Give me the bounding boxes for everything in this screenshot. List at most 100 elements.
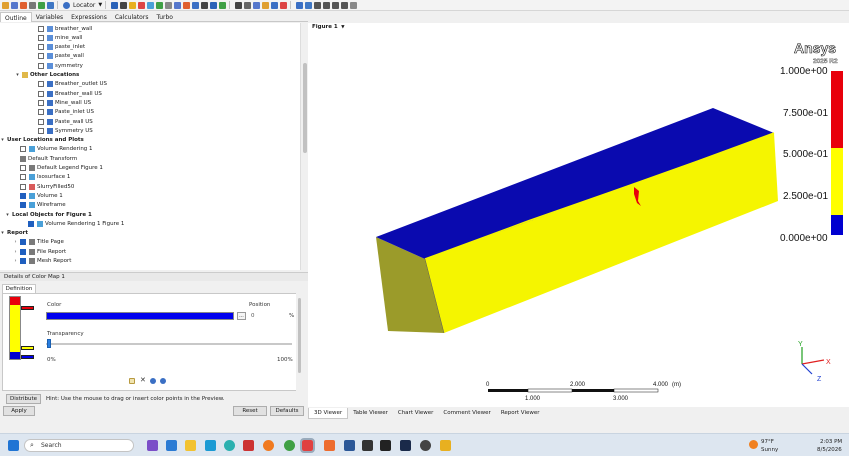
toolbar-icon[interactable] xyxy=(174,1,182,9)
tree-item[interactable]: symmetry xyxy=(0,61,300,70)
toolbar-icon[interactable] xyxy=(253,1,261,9)
visibility-checkbox[interactable] xyxy=(38,25,44,32)
tab-variables[interactable]: Variables xyxy=(32,12,67,22)
tree-item[interactable]: Default Legend Figure 1 xyxy=(0,164,300,173)
toolbar-icon[interactable] xyxy=(138,1,146,9)
color-point-marker[interactable] xyxy=(21,355,34,359)
taskbar-app-icon[interactable] xyxy=(224,440,235,451)
tab-expressions[interactable]: Expressions xyxy=(67,12,111,22)
zoom-box-icon[interactable] xyxy=(332,1,340,9)
details-scrollbar[interactable] xyxy=(296,293,304,391)
zoom-icon[interactable] xyxy=(323,1,331,9)
tree-item[interactable]: Paste_wall US xyxy=(0,117,300,126)
tab-calculators[interactable]: Calculators xyxy=(111,12,153,22)
visibility-checkbox[interactable] xyxy=(38,34,44,41)
toolbar-icon[interactable] xyxy=(165,1,173,9)
taskbar-search[interactable]: ⌕ Search xyxy=(24,439,134,452)
visibility-checkbox[interactable] xyxy=(20,248,26,255)
tree-item[interactable]: Volume Rendering 1 xyxy=(0,145,300,154)
tree-item[interactable]: paste_wall xyxy=(0,52,300,61)
toolbar-icon[interactable] xyxy=(147,1,155,9)
taskbar-app-icon[interactable] xyxy=(380,440,391,451)
color-field[interactable] xyxy=(46,312,234,320)
expand-arrow-icon[interactable]: ▾ xyxy=(0,230,5,236)
taskbar-app-icon[interactable] xyxy=(205,440,216,451)
tree-item[interactable]: Breather_wall US xyxy=(0,89,300,98)
clock-date[interactable]: 8/5/2026 xyxy=(817,447,842,453)
tree-item[interactable]: paste_inlet xyxy=(0,43,300,52)
color-point-marker[interactable] xyxy=(21,306,34,310)
tree-item[interactable]: Paste_inlet US xyxy=(0,108,300,117)
visibility-checkbox[interactable] xyxy=(20,192,26,199)
visibility-checkbox[interactable] xyxy=(20,202,26,209)
collapse-arrow-icon[interactable]: › xyxy=(13,249,18,255)
toolbar-icon[interactable] xyxy=(129,1,137,9)
tab-report-viewer[interactable]: Report Viewer xyxy=(496,408,545,419)
tree-item[interactable]: breather_wall xyxy=(0,24,300,33)
visibility-checkbox[interactable] xyxy=(20,239,26,246)
toolbar-icon[interactable] xyxy=(296,1,304,9)
toolbar-icon[interactable] xyxy=(156,1,164,9)
toolbar-icon[interactable] xyxy=(38,1,45,9)
taskbar-app-icon[interactable] xyxy=(324,440,335,451)
reset-button[interactable]: Reset xyxy=(233,406,267,416)
viewport-icon[interactable] xyxy=(350,1,358,9)
toolbar-icon[interactable] xyxy=(111,1,119,9)
fit-view-icon[interactable] xyxy=(341,1,349,9)
visibility-checkbox[interactable] xyxy=(20,258,26,264)
taskbar-app-icon[interactable] xyxy=(147,440,158,451)
tree-item[interactable]: Symmetry US xyxy=(0,126,300,135)
tab-table-viewer[interactable]: Table Viewer xyxy=(348,408,393,419)
chevron-down-icon[interactable]: ▼ xyxy=(98,2,102,8)
settings-icon[interactable] xyxy=(160,378,166,384)
taskbar-app-icon[interactable] xyxy=(362,440,373,451)
tab-comment-viewer[interactable]: Comment Viewer xyxy=(438,408,495,419)
viewer-3d[interactable]: Ansys 2025 R2 1.000e+00 7.500e-01 5.000e… xyxy=(308,31,849,407)
visibility-checkbox[interactable] xyxy=(20,183,26,190)
visibility-checkbox[interactable] xyxy=(38,109,44,116)
toolbar-icon[interactable] xyxy=(280,1,288,9)
defaults-button[interactable]: Defaults xyxy=(270,406,304,416)
locator-dropdown[interactable]: Locator xyxy=(73,2,95,9)
visibility-checkbox[interactable] xyxy=(38,99,44,106)
tab-outline[interactable]: Outline xyxy=(0,12,32,22)
toolbar-icon[interactable] xyxy=(11,1,18,9)
toolbar-icon[interactable] xyxy=(244,1,252,9)
tree-item[interactable]: Mine_wall US xyxy=(0,98,300,107)
clock-time[interactable]: 2:03 PM xyxy=(820,439,842,445)
taskbar-app-icon[interactable] xyxy=(284,440,295,451)
taskbar-app-icon[interactable] xyxy=(166,440,177,451)
taskbar-app-icon[interactable] xyxy=(300,438,315,453)
toolbar-icon[interactable] xyxy=(262,1,270,9)
tree-item[interactable]: Wireframe xyxy=(0,201,300,210)
tab-chart-viewer[interactable]: Chart Viewer xyxy=(393,408,439,419)
delete-icon[interactable]: ✕ xyxy=(140,377,147,384)
taskbar-app-icon[interactable] xyxy=(440,440,451,451)
tree-item[interactable]: Volume 1 xyxy=(0,191,300,200)
color-map-preview[interactable] xyxy=(9,296,21,360)
toolbar-icon[interactable] xyxy=(210,1,218,9)
visibility-checkbox[interactable] xyxy=(20,165,26,171)
toolbar-icon[interactable] xyxy=(192,1,200,9)
tree-item[interactable]: ▾ User Locations and Plots xyxy=(0,136,300,145)
visibility-checkbox[interactable] xyxy=(38,118,44,125)
tree-item[interactable]: › Title Page xyxy=(0,238,300,247)
toolbar-icon[interactable] xyxy=(183,1,191,9)
visibility-checkbox[interactable] xyxy=(28,220,34,227)
toolbar-icon[interactable] xyxy=(219,1,227,9)
toolbar-icon[interactable] xyxy=(20,1,27,9)
expand-arrow-icon[interactable]: ▾ xyxy=(15,72,20,78)
toolbar-icon[interactable] xyxy=(2,1,9,9)
visibility-checkbox[interactable] xyxy=(20,146,26,153)
tree-item[interactable]: › File Report xyxy=(0,247,300,256)
figure-selector[interactable]: Figure 1 ▼ xyxy=(308,23,849,31)
collapse-arrow-icon[interactable]: › xyxy=(13,239,18,245)
color-picker-button[interactable]: ... xyxy=(237,312,246,320)
tree-item[interactable]: SlurryFilled50 xyxy=(0,182,300,191)
transparency-slider[interactable] xyxy=(47,339,51,348)
tab-3d-viewer[interactable]: 3D Viewer xyxy=(308,408,349,419)
taskbar-app-icon[interactable] xyxy=(263,440,274,451)
transparency-track[interactable] xyxy=(46,343,292,345)
tree-item[interactable]: Volume Rendering 1 Figure 1 xyxy=(0,219,300,228)
visibility-checkbox[interactable] xyxy=(38,53,44,60)
